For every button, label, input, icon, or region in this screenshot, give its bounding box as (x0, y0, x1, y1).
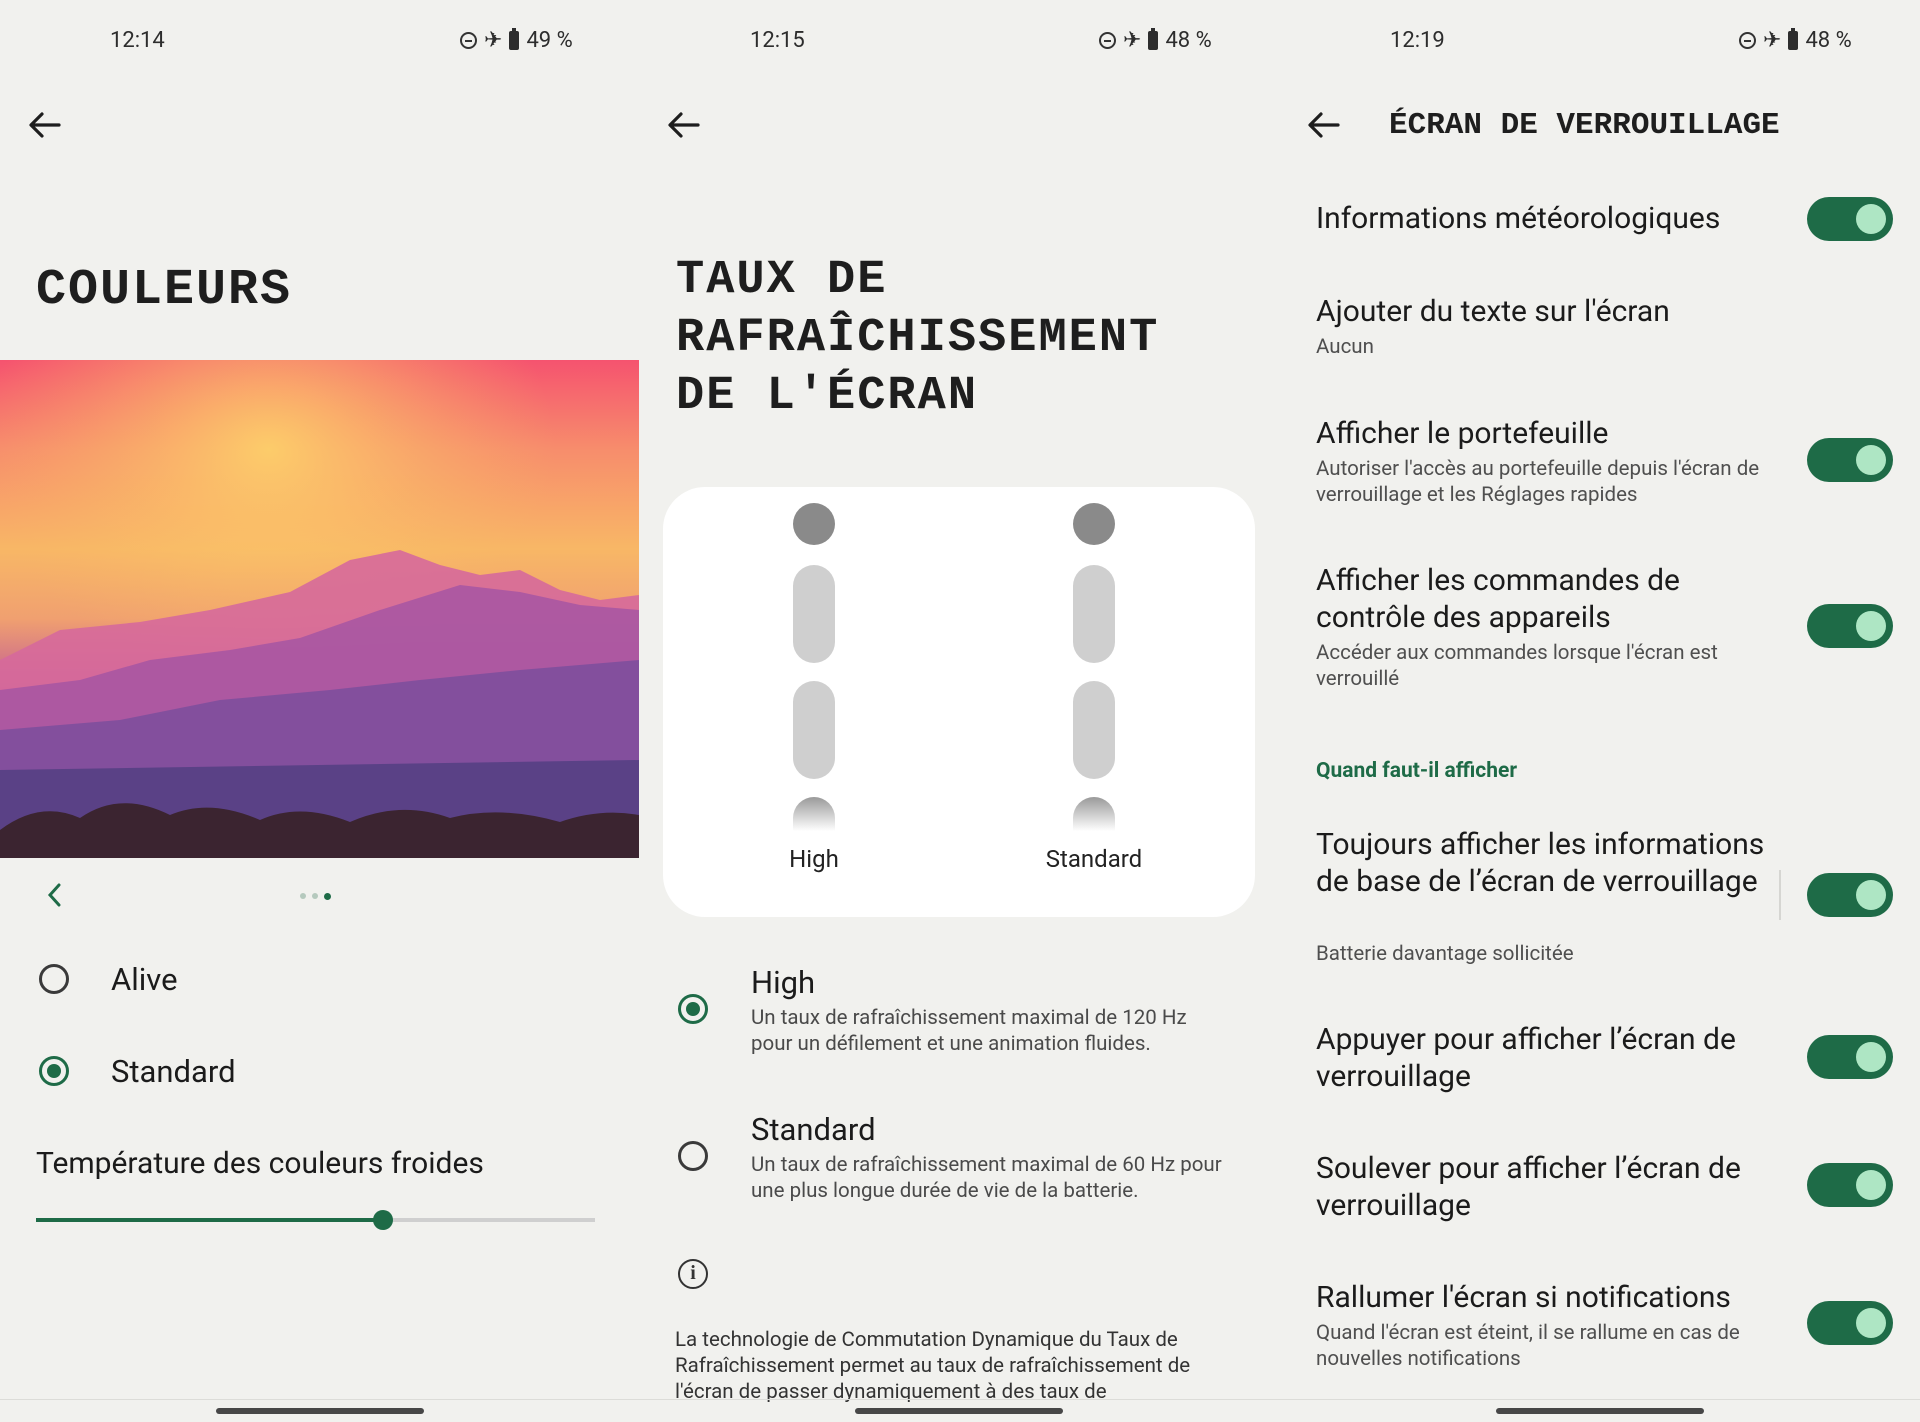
battery-percent: 49 % (526, 28, 573, 53)
setting-subtitle: Quand l'écran est éteint, il se rallume … (1316, 1321, 1740, 1371)
do-not-disturb-icon (460, 32, 477, 49)
home-indicator[interactable] (855, 1408, 1063, 1414)
radio-standard[interactable] (678, 1141, 708, 1171)
status-time: 12:15 (750, 28, 805, 53)
carousel-prev-icon[interactable] (44, 880, 66, 910)
home-indicator[interactable] (1495, 1408, 1704, 1414)
status-time: 12:19 (1390, 28, 1445, 53)
setting-title: Afficher les commandes de contrôle des a… (1316, 563, 1680, 635)
screen-colors: 12:14 ✈ 49 % COULEURS Alive Standard Tem… (0, 0, 639, 1422)
battery-icon (1788, 28, 1799, 50)
do-not-disturb-icon (1739, 32, 1756, 49)
setting-subtitle: Autoriser l'accès au portefeuille depuis… (1316, 457, 1760, 507)
page-title: COULEURS (36, 262, 293, 319)
info-icon: i (678, 1259, 708, 1289)
option-title: High (751, 964, 816, 1001)
radio-standard[interactable] (39, 1056, 69, 1086)
status-time: 12:14 (110, 28, 165, 53)
preview-image (0, 360, 639, 858)
carousel-page-indicator (300, 893, 331, 900)
option-description: Un taux de rafraîchissement maximal de 6… (751, 1153, 1222, 1203)
status-bar: 12:19 ✈ 48 % (1279, 28, 1920, 58)
back-arrow-icon[interactable] (27, 110, 61, 140)
toggle-tap-to-wake[interactable] (1807, 1035, 1893, 1079)
airplane-icon: ✈ (484, 27, 503, 53)
screen-refresh-rate: 12:15 ✈ 48 % TAUX DE RAFRAÎCHISSEMENT DE… (639, 0, 1279, 1422)
refresh-preview-card: High Standard (663, 487, 1255, 917)
radio-alive[interactable] (39, 964, 69, 994)
toggle-always-on[interactable] (1807, 873, 1893, 917)
status-bar: 12:15 ✈ 48 % (639, 28, 1279, 58)
temperature-label: Température des couleurs froides (36, 1146, 484, 1181)
page-title: ÉCRAN DE VERROUILLAGE (1389, 108, 1780, 143)
status-bar: 12:14 ✈ 49 % (0, 28, 639, 58)
toggle-wallet[interactable] (1807, 438, 1893, 482)
option-label: Standard (111, 1053, 236, 1090)
slider-thumb[interactable] (372, 1210, 393, 1230)
battery-percent: 48 % (1165, 28, 1212, 53)
home-indicator[interactable] (215, 1408, 424, 1414)
setting-title: Afficher le portefeuille (1316, 416, 1609, 451)
setting-title: Informations météorologiques (1316, 201, 1721, 236)
setting-subtitle: Batterie davantage sollicitée (1316, 942, 1574, 966)
battery-icon (1148, 28, 1159, 50)
toggle-wake-on-notification[interactable] (1807, 1301, 1893, 1345)
option-title: Standard (751, 1111, 876, 1148)
screen-lock-screen: 12:19 ✈ 48 % ÉCRAN DE VERROUILLAGE Infor… (1279, 0, 1920, 1422)
setting-title: Rallumer l'écran si notifications (1316, 1280, 1731, 1315)
screenshot-collage: 12:14 ✈ 49 % COULEURS Alive Standard Tem… (0, 0, 1920, 1422)
setting-title: Soulever pour afficher l’écran de verrou… (1316, 1151, 1741, 1223)
do-not-disturb-icon (1099, 32, 1116, 49)
section-heading: Quand faut-il afficher (1316, 759, 1518, 783)
radio-high[interactable] (678, 994, 708, 1024)
setting-subtitle: Accéder aux commandes lorsque l'écran es… (1316, 641, 1718, 691)
preview-label-high: High (789, 845, 839, 873)
toggle-weather[interactable] (1807, 197, 1893, 241)
toggle-lift-to-wake[interactable] (1807, 1163, 1893, 1207)
preview-label-standard: Standard (1045, 845, 1143, 873)
setting-title: Ajouter du texte sur l'écran (1316, 294, 1670, 329)
option-label: Alive (111, 961, 178, 998)
airplane-icon: ✈ (1123, 27, 1142, 53)
option-description: Un taux de rafraîchissement maximal de 1… (751, 1006, 1187, 1056)
back-arrow-icon[interactable] (1306, 110, 1340, 140)
info-text: La technologie de Commutation Dynamique … (675, 1328, 1191, 1404)
battery-icon (509, 28, 520, 50)
setting-subtitle: Aucun (1316, 335, 1374, 359)
setting-title: Appuyer pour afficher l’écran de verroui… (1316, 1022, 1736, 1094)
battery-percent: 48 % (1805, 28, 1852, 53)
airplane-icon: ✈ (1763, 27, 1782, 53)
toggle-device-controls[interactable] (1807, 604, 1893, 648)
back-arrow-icon[interactable] (666, 110, 700, 140)
page-title: TAUX DE RAFRAÎCHISSEMENT DE L'ÉCRAN (676, 254, 1160, 423)
setting-title: Toujours afficher les informations de ba… (1316, 827, 1765, 899)
